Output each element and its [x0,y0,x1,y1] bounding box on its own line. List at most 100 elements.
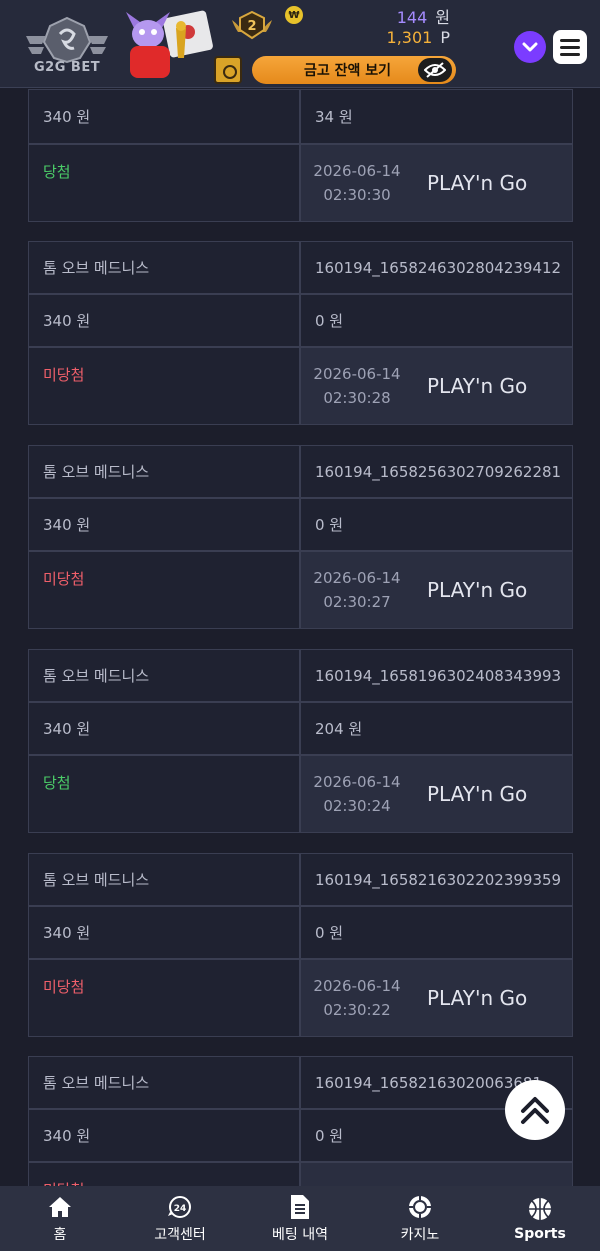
result-label: 당첨 [29,756,301,832]
nav-support[interactable]: 24 고객센터 [120,1186,240,1251]
svg-text:24: 24 [174,1204,187,1214]
result-row: 당첨 2026-06-14 02:30:24 PLAY'n Go [29,756,572,832]
result-row: 미당첨 2026-06-14 [29,1163,572,1186]
bet-card: 톰 오브 메드니스 160194_1658246302804239412 340… [28,241,573,425]
nav-bet-history[interactable]: 베팅 내역 [240,1186,360,1251]
won-coin-icon: ₩ [285,6,303,24]
bet-id: 160194_1658256302709262281 [315,462,562,481]
bottom-navigation: 홈 24 고객센터 베팅 내역 카지노 Sports [0,1186,600,1251]
support-24-icon: 24 [167,1194,193,1220]
game-name: 톰 오브 메드니스 [29,446,301,497]
result-row: 당첨 2026-06-14 02:30:30 PLAY'n Go [29,145,572,221]
game-row: 톰 오브 메드니스 160194_1658246302804239412 [29,242,572,295]
rank-level: 2 [247,19,256,34]
dragon-mascot-icon[interactable] [116,8,214,80]
result-label: 당첨 [29,145,301,221]
amount-row: 340 원 0 원 [29,907,572,960]
nav-sports[interactable]: Sports [480,1186,600,1251]
bet-card: 톰 오브 메드니스 160194_1658256302709262281 340… [28,445,573,629]
document-icon [287,1194,313,1220]
dropdown-chevron-button[interactable] [514,31,546,63]
menu-bar [560,52,580,56]
bet-amount: 340 원 [29,90,301,143]
nav-home-label: 홈 [53,1226,67,1243]
bet-datetime: 2026-06-14 02:30:24 [313,773,401,815]
game-name: 톰 오브 메드니스 [29,854,301,905]
cash-balance-amount: 144 [396,8,428,27]
payout-amount: 0 원 [315,312,344,330]
double-chevron-up-icon [521,1097,549,1124]
provider-name: PLAY'n Go [427,782,528,806]
bet-amount: 340 원 [29,1110,301,1161]
logo-text: G2G BET [34,60,101,75]
result-row: 미당첨 2026-06-14 02:30:27 PLAY'n Go [29,552,572,628]
game-row: 톰 오브 메드니스 160194_1658256302709262281 [29,446,572,499]
bet-datetime: 2026-06-14 02:30:27 [313,569,401,611]
bet-amount: 340 원 [29,703,301,754]
result-detail: 2026-06-14 02:30:30 PLAY'n Go [301,145,572,221]
amount-row: 340 원 0 원 [29,1110,572,1163]
result-row: 미당첨 2026-06-14 02:30:28 PLAY'n Go [29,348,572,424]
cash-balance: 144 원 [397,4,450,28]
result-detail: 2026-06-14 02:30:27 PLAY'n Go [301,552,572,628]
amount-row: 340 원 204 원 [29,703,572,756]
result-detail: 2026-06-14 [301,1163,572,1186]
result-label: 미당첨 [29,1163,301,1186]
game-row: 톰 오브 메드니스 160194_1658216302202399359 [29,854,572,907]
result-detail: 2026-06-14 02:30:28 PLAY'n Go [301,348,572,424]
amount-row: 340 원 0 원 [29,499,572,552]
cash-balance-unit: 원 [435,8,450,27]
nav-sports-label: Sports [514,1225,566,1242]
provider-name: PLAY'n Go [427,171,528,195]
bet-datetime: 2026-06-14 02:30:22 [313,977,401,1019]
game-row: 톰 오브 메드니스 160194_1658196302408343993 [29,650,572,703]
bet-id: 160194_1658216302202399359 [315,870,562,889]
vault-balance-label: 금고 잔액 보기 [304,63,392,79]
point-balance-unit: P [440,28,450,47]
result-label: 미당첨 [29,348,301,424]
result-detail: 2026-06-14 02:30:22 PLAY'n Go [301,960,572,1036]
game-name: 톰 오브 메드니스 [29,242,301,293]
nav-bet-history-label: 베팅 내역 [272,1226,328,1243]
top-header: G2G BET 2 ₩ 144 원 1,301 P 금고 잔액 보기 [0,0,600,88]
result-detail: 2026-06-14 02:30:24 PLAY'n Go [301,756,572,832]
bet-id: 160194_1658196302408343993 [315,666,562,685]
casino-chip-icon [407,1194,433,1220]
point-balance-amount: 1,301 [386,28,433,47]
provider-name: PLAY'n Go [427,374,528,398]
result-label: 미당첨 [29,552,301,628]
nav-casino[interactable]: 카지노 [360,1186,480,1251]
menu-bar [560,45,580,49]
menu-bar [560,38,580,42]
payout-amount: 0 원 [315,516,344,534]
point-balance: 1,301 P [387,28,450,47]
nav-home[interactable]: 홈 [0,1186,120,1251]
nav-casino-label: 카지노 [400,1226,440,1243]
result-label: 미당첨 [29,960,301,1036]
eye-hidden-icon[interactable] [418,58,452,82]
bet-amount-row: 340 원 34 원 [29,90,572,145]
provider-name: PLAY'n Go [427,578,528,602]
bet-card: 340 원 34 원 당첨 2026-06-14 02:30:30 PLAY'n … [28,89,573,222]
bet-history-list: 340 원 34 원 당첨 2026-06-14 02:30:30 PLAY'n … [0,0,600,1186]
bet-card: 톰 오브 메드니스 160194_1658196302408343993 340… [28,649,573,833]
payout-amount: 204 원 [315,720,363,738]
vault-balance-button[interactable]: 금고 잔액 보기 [252,56,456,84]
home-icon [47,1194,73,1220]
game-name: 톰 오브 메드니스 [29,1057,301,1108]
bet-amount: 340 원 [29,907,301,958]
hamburger-menu-button[interactable] [553,30,587,64]
amount-row: 340 원 0 원 [29,295,572,348]
bet-datetime: 2026-06-14 02:30:30 [313,162,401,204]
payout-amount: 0 원 [315,924,344,942]
nav-support-label: 고객센터 [154,1226,206,1243]
sports-ball-icon [527,1196,553,1222]
result-row: 미당첨 2026-06-14 02:30:22 PLAY'n Go [29,960,572,1036]
bet-amount: 340 원 [29,295,301,346]
scroll-to-top-button[interactable] [505,1080,565,1140]
chevron-down-icon [522,42,538,52]
rank-badge-icon: 2 [232,10,272,40]
game-name: 톰 오브 메드니스 [29,650,301,701]
payout-amount: 34 원 [315,108,353,126]
safe-icon[interactable] [214,56,242,84]
